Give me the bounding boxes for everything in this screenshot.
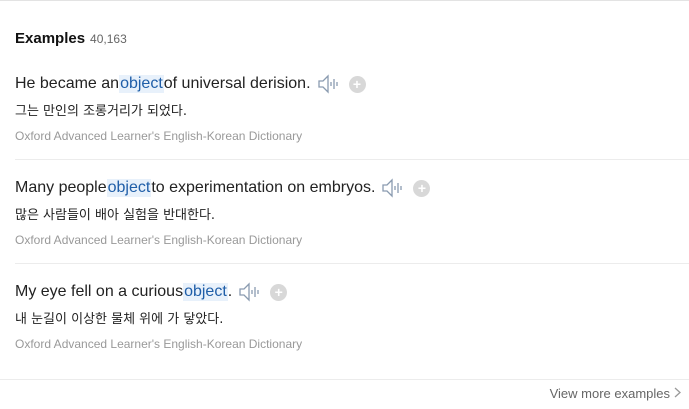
example-item: Many people object to experimentation on… [15, 176, 689, 247]
chevron-right-icon [674, 386, 681, 401]
speaker-icon[interactable] [381, 178, 403, 198]
sentence-text: He became an [15, 75, 120, 92]
examples-count: 40,163 [90, 32, 127, 46]
example-sentence: He became an object of universal derisio… [15, 72, 689, 96]
view-more-examples-link[interactable]: View more examples [550, 386, 681, 401]
view-more-label: View more examples [549, 386, 670, 401]
sentence-text: Many people [15, 179, 107, 196]
sentence-text: of universal derision. [163, 75, 311, 92]
sentence-text: to experimentation on embryos. [151, 179, 376, 196]
example-sentence: My eye fell on a curious object . + [15, 280, 689, 304]
divider [15, 263, 689, 264]
example-source[interactable]: Oxford Advanced Learner's English-Korean… [15, 129, 689, 143]
example-translation: 많은 사람들이 배아 실험을 반대한다. [15, 208, 216, 223]
speaker-icon[interactable] [317, 74, 339, 94]
example-source[interactable]: Oxford Advanced Learner's English-Korean… [15, 337, 689, 351]
example-item: My eye fell on a curious object . + 내 눈길… [15, 280, 689, 351]
examples-header: Examples 40,163 [15, 30, 127, 47]
speaker-icon[interactable] [238, 282, 260, 302]
example-source[interactable]: Oxford Advanced Learner's English-Korean… [15, 233, 689, 247]
add-to-wordbook-button[interactable]: + [348, 75, 366, 93]
example-sentence: Many people object to experimentation on… [15, 176, 689, 200]
keyword-highlight[interactable]: object [106, 179, 152, 197]
example-translation: 그는 만인의 조롱거리가 되었다. [15, 104, 188, 119]
add-to-wordbook-button[interactable]: + [270, 283, 288, 301]
sentence-text: My eye fell on a curious [15, 283, 184, 300]
sentence-text: . [227, 283, 233, 300]
examples-title: Examples [15, 30, 86, 47]
example-translation: 내 눈길이 이상한 물체 위에 가 닿았다. [15, 312, 224, 327]
top-border [0, 0, 689, 1]
keyword-highlight[interactable]: object [183, 283, 228, 301]
add-to-wordbook-button[interactable]: + [413, 179, 431, 197]
divider [15, 159, 689, 160]
footer-divider [0, 379, 689, 380]
keyword-highlight[interactable]: object [119, 75, 164, 93]
example-item: He became an object of universal derisio… [15, 72, 689, 143]
